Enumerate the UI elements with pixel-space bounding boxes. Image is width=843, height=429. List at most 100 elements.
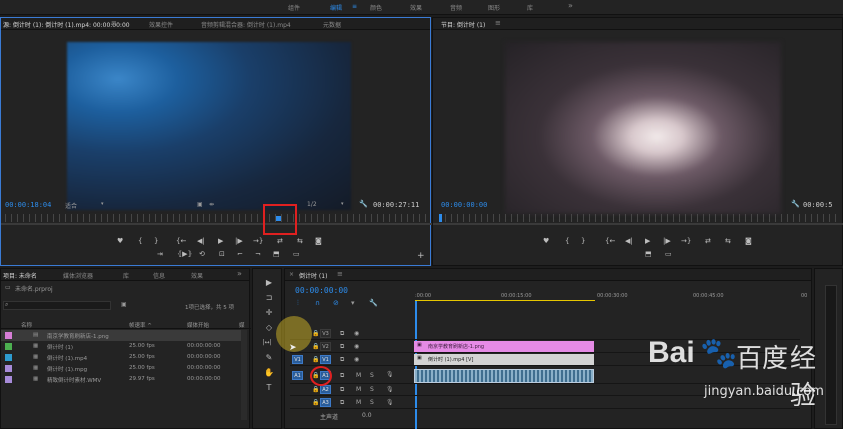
label-color-swatch[interactable]	[5, 343, 12, 350]
tab-effects[interactable]: 效果	[191, 271, 203, 280]
solo-button[interactable]: S	[370, 399, 374, 406]
fit-dropdown[interactable]: 适合	[65, 201, 77, 210]
sync-lock-icon[interactable]: ⧉	[340, 372, 344, 380]
step-forward-icon[interactable]: |▶	[235, 237, 243, 245]
timeline-timecode[interactable]: 00:00:00:00	[295, 286, 348, 295]
workspace-tab-color[interactable]: 颜色	[370, 3, 382, 12]
program-tab-menu-icon[interactable]: ≡	[495, 19, 501, 27]
program-go-to-in-icon[interactable]: {←	[605, 237, 615, 245]
comparison-view-icon[interactable]: ▭	[293, 250, 300, 258]
tab-media-browser[interactable]: 媒体浏览器	[63, 271, 93, 280]
go-to-in-icon[interactable]: {←	[176, 237, 186, 245]
master-volume[interactable]: 0.0	[362, 412, 372, 419]
extract-button-icon[interactable]: ⇆	[725, 237, 731, 245]
tab-sequence[interactable]: 倒计时 (1)	[299, 271, 327, 280]
eye-icon[interactable]: ◉	[354, 343, 359, 350]
track-target-v1[interactable]: V1	[320, 355, 331, 364]
eye-icon[interactable]: ◉	[354, 356, 359, 363]
workspace-overflow-icon[interactable]: »	[568, 1, 573, 10]
program-mark-in-icon[interactable]: {	[565, 237, 569, 245]
chevron-down-icon[interactable]: ▾	[101, 201, 104, 207]
tab-effect-controls[interactable]: 效果控件	[149, 20, 173, 29]
sync-lock-icon[interactable]: ⧉	[340, 399, 344, 407]
timeline-tab-menu-icon[interactable]: ≡	[337, 270, 343, 278]
timeline-settings-icon[interactable]: 🔧	[369, 299, 378, 307]
workspace-tab-graphics[interactable]: 图形	[488, 3, 500, 12]
overwrite-icon[interactable]: ⇆	[297, 237, 303, 245]
program-step-back-icon[interactable]: ◀|	[625, 237, 633, 245]
program-add-marker-icon[interactable]: ♥	[543, 237, 549, 245]
workspace-tab-libraries[interactable]: 库	[527, 3, 533, 12]
col-media-start[interactable]: 媒体开始	[187, 321, 209, 329]
solo-button[interactable]: S	[370, 386, 374, 393]
export-frame-icon[interactable]: ◙	[315, 237, 322, 245]
program-mark-out-icon[interactable]: }	[581, 237, 585, 245]
lock-icon[interactable]: 🔒	[312, 356, 319, 363]
program-export-frame-icon[interactable]: ◙	[745, 237, 752, 245]
add-marker-icon[interactable]: ♥	[117, 237, 123, 245]
label-color-swatch[interactable]	[5, 332, 12, 339]
mute-button[interactable]: M	[356, 372, 361, 379]
snap-icon[interactable]: ∩	[315, 299, 320, 307]
program-step-forward-icon[interactable]: |▶	[663, 237, 671, 245]
sync-lock-icon[interactable]: ⧉	[340, 356, 344, 364]
program-wrench-icon[interactable]: 🔧	[791, 200, 800, 208]
microphone-icon[interactable]: 🎙	[386, 371, 394, 378]
program-play-icon[interactable]: ▶	[645, 237, 650, 245]
add-marker-timeline-icon[interactable]: ▾	[351, 299, 355, 307]
drag-video-icon[interactable]: ⇹	[209, 201, 214, 208]
sync-lock-icon[interactable]: ⧉	[340, 343, 344, 351]
lock-icon[interactable]: 🔒	[312, 343, 319, 350]
insert-icon[interactable]: ⇄	[277, 237, 283, 245]
new-bin-icon[interactable]: ▣	[121, 301, 127, 308]
source-current-timecode[interactable]: 00:00:18:04	[5, 201, 51, 209]
lift-button-icon[interactable]: ⇄	[705, 237, 711, 245]
program-time-ruler[interactable]	[439, 214, 841, 222]
track-target-v3[interactable]: V3	[320, 329, 331, 338]
loop-icon[interactable]: ⟲	[199, 250, 205, 258]
project-scrollbar[interactable]	[241, 330, 247, 420]
lock-icon[interactable]: 🔒	[312, 330, 319, 337]
mark-in-icon[interactable]: {	[138, 237, 142, 245]
lock-icon[interactable]: 🔒	[312, 399, 319, 406]
pen-tool-icon[interactable]: ✎	[264, 352, 274, 363]
mute-button[interactable]: M	[356, 399, 361, 406]
source-patch-v1[interactable]: V1	[292, 355, 303, 364]
label-color-swatch[interactable]	[5, 376, 12, 383]
resolution-chevron-icon[interactable]: ▾	[341, 201, 344, 207]
close-tab-icon[interactable]: ×	[289, 271, 294, 278]
lock-icon[interactable]: 🔒	[312, 386, 319, 393]
hand-tool-icon[interactable]: ✋	[264, 367, 274, 378]
tab-metadata[interactable]: 元数据	[323, 20, 341, 29]
source-patch-a1[interactable]: A1	[292, 371, 303, 380]
sync-lock-icon[interactable]: ⧉	[340, 386, 344, 394]
wrench-icon[interactable]: 🔧	[359, 200, 368, 208]
tab-info[interactable]: 信息	[153, 271, 165, 280]
tab-audio-clip-mixer[interactable]: 音频剪辑混合器: 倒计时 (1).mp4	[201, 20, 291, 29]
step-back-icon[interactable]: ◀|	[197, 237, 205, 245]
clip-in-icon[interactable]: ⌐	[237, 250, 243, 258]
lift-icon[interactable]: ⬒	[273, 250, 280, 258]
nest-toggle-icon[interactable]: ⫶	[297, 299, 299, 308]
program-lift-icon[interactable]: ⬒	[645, 250, 652, 258]
play-icon[interactable]: ▶	[218, 237, 223, 245]
program-zoom-bar[interactable]	[433, 223, 843, 225]
timeline-ruler[interactable]: :00:00 00:00:15:00 00:00:30:00 00:00:45:…	[415, 289, 809, 301]
col-name[interactable]: 名称	[21, 321, 32, 329]
solo-button[interactable]: S	[370, 372, 374, 379]
eye-icon[interactable]: ◉	[354, 330, 359, 337]
linked-selection-icon[interactable]: ⊘	[333, 299, 339, 307]
track-target-v2[interactable]: V2	[320, 342, 331, 351]
slip-tool-icon[interactable]: |↔|	[262, 337, 272, 348]
project-search-input[interactable]	[3, 301, 111, 310]
program-go-to-out-icon[interactable]: →}	[681, 237, 691, 245]
ripple-edit-tool-icon[interactable]: ✛	[264, 307, 274, 318]
program-comparison-icon[interactable]: ▭	[665, 250, 672, 258]
sync-lock-icon[interactable]: ⧉	[340, 330, 344, 338]
razor-tool-icon[interactable]: ◇	[264, 322, 274, 333]
tab-project[interactable]: 项目: 未命名	[3, 271, 37, 280]
program-playhead[interactable]	[439, 214, 442, 222]
source-playhead[interactable]	[276, 216, 281, 221]
workspace-menu-icon[interactable]: ≡	[352, 3, 357, 10]
work-area-bar[interactable]	[415, 300, 595, 301]
